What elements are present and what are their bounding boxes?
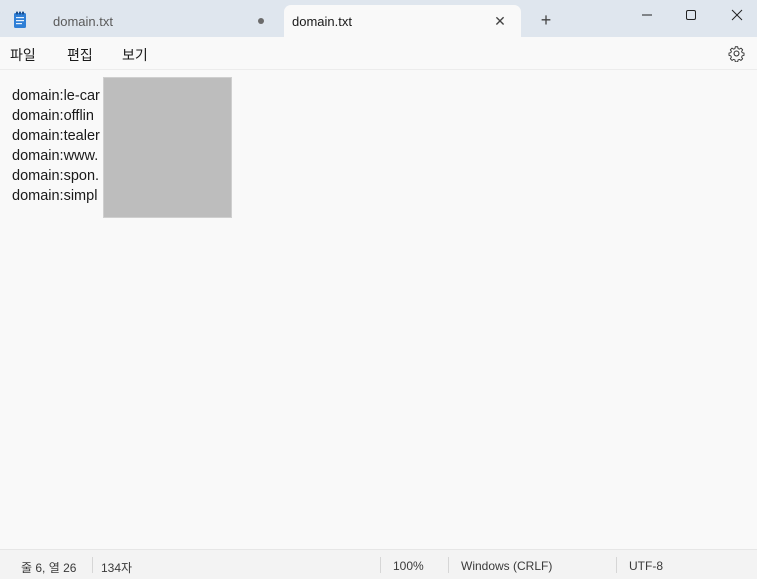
tab-domain-txt-2[interactable]: domain.txt ✕ xyxy=(284,5,521,37)
status-divider xyxy=(92,557,93,573)
status-divider xyxy=(380,557,381,573)
new-tab-button[interactable]: + xyxy=(536,10,556,30)
status-bar: 줄 6, 열 26 134자 100% Windows (CRLF) UTF-8 xyxy=(0,549,757,579)
cursor-position: 줄 6, 열 26 xyxy=(21,561,77,575)
text-line: domain:simpl xyxy=(12,188,98,204)
encoding[interactable]: UTF-8 xyxy=(629,559,663,573)
text-line: domain:tealer xyxy=(12,128,100,144)
text-line: domain:www. xyxy=(12,148,99,164)
redaction-box xyxy=(103,77,232,218)
line-ending[interactable]: Windows (CRLF) xyxy=(461,559,552,573)
gear-icon xyxy=(728,46,745,63)
menu-view[interactable]: 보기 xyxy=(122,45,148,65)
zoom-level[interactable]: 100% xyxy=(393,559,424,573)
menu-edit[interactable]: 편집 xyxy=(67,45,93,65)
text-line: domain:spon. xyxy=(12,168,100,184)
close-tab-icon[interactable]: ✕ xyxy=(491,12,509,30)
tab-title: domain.txt xyxy=(292,14,352,29)
text-editor[interactable]: domain:le-car domain:offlin domain:teale… xyxy=(0,70,757,548)
close-window-button[interactable] xyxy=(714,0,757,30)
settings-button[interactable] xyxy=(728,45,745,63)
text-line: domain:offlin xyxy=(12,108,94,124)
maximize-button[interactable] xyxy=(668,0,714,30)
minimize-icon xyxy=(642,14,652,16)
unsaved-dot-icon xyxy=(258,18,264,24)
plus-icon: + xyxy=(540,10,552,30)
tab-domain-txt-1[interactable]: domain.txt xyxy=(38,6,278,37)
text-line: domain:le-car xyxy=(12,88,100,104)
status-divider xyxy=(448,557,449,573)
title-bar: domain.txt domain.txt ✕ + xyxy=(0,0,757,37)
close-icon xyxy=(731,9,743,21)
status-divider xyxy=(616,557,617,573)
maximize-icon xyxy=(686,10,696,20)
menu-file[interactable]: 파일 xyxy=(10,45,36,65)
minimize-button[interactable] xyxy=(624,0,670,30)
notepad-icon xyxy=(12,11,28,29)
char-count: 134자 xyxy=(101,561,133,575)
menu-bar: 파일 편집 보기 xyxy=(0,37,757,70)
tab-title: domain.txt xyxy=(53,14,113,29)
